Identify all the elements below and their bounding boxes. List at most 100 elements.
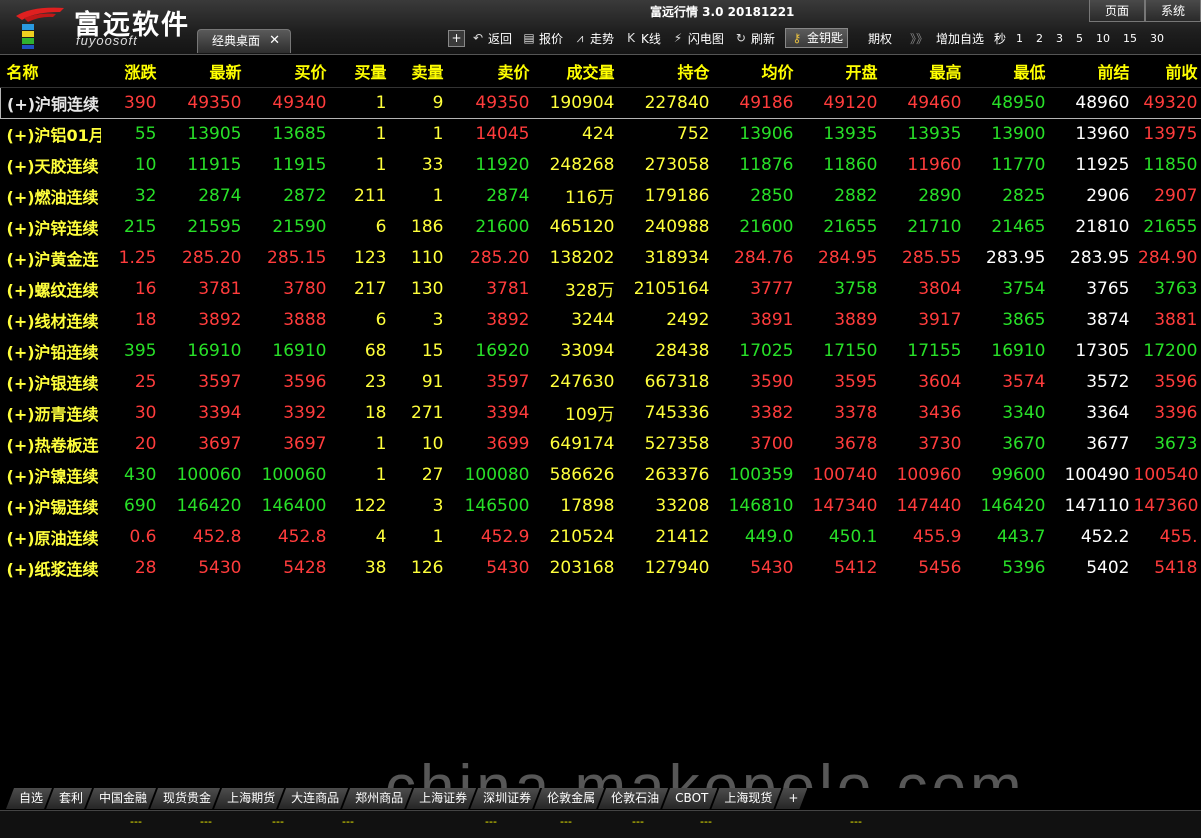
column-header[interactable]: 持仓 — [618, 56, 714, 88]
column-header[interactable]: 名称 — [0, 56, 101, 88]
column-header[interactable]: 涨跌 — [100, 56, 161, 88]
kline-button[interactable]: K K线 — [624, 30, 661, 47]
table-row[interactable]: (+)沪锡连续 690 146420 146400 122 3 146500 17898 332… — [1, 490, 1201, 521]
add-watchlist-button[interactable]: 增加自选 — [936, 30, 984, 47]
market-tab[interactable]: 现货贵金 — [150, 788, 220, 809]
table-row[interactable]: (+)纸浆连续 28 5430 5428 38 126 5430 203168 127940 54… — [1, 552, 1201, 583]
column-header[interactable]: 买价 — [245, 56, 331, 88]
bottom-bar: 自选 套利 中国金融 现货贵金 上海期货 大连商品 郑州商品 上海证券 深圳证券 伦敦金属 伦敦石油… — [0, 788, 1201, 838]
market-tab[interactable]: 深圳证券 — [470, 788, 540, 809]
market-tab[interactable]: + — [775, 788, 807, 809]
status-dash: --- — [200, 815, 212, 828]
table-row[interactable]: (+)原油连续 0.6 452.8 452.8 4 1 452.9 210524 21412 44… — [1, 521, 1201, 552]
cell-oi: 21412 — [655, 526, 710, 547]
status-dash: --- — [700, 815, 712, 828]
column-header[interactable]: 卖价 — [447, 56, 534, 88]
cell-chg: 25 — [134, 371, 157, 392]
cell-preclose: 11850 — [1143, 154, 1198, 175]
interval-10[interactable]: 10 — [1096, 32, 1110, 45]
cell-high: 21710 — [907, 216, 962, 237]
trend-button[interactable]: ⩘ 走势 — [573, 30, 614, 47]
cell-askv: 110 — [411, 247, 444, 268]
column-header[interactable]: 前结 — [1049, 56, 1134, 88]
cell-ask: 5430 — [486, 557, 530, 578]
column-header[interactable]: 均价 — [713, 56, 798, 88]
menu-system[interactable]: 系统 — [1145, 0, 1201, 22]
market-tab[interactable]: CBOT — [662, 788, 717, 809]
column-header[interactable]: 卖量 — [390, 56, 448, 88]
cell-preclose: 3396 — [1154, 402, 1198, 423]
cell-preclose: 21655 — [1143, 216, 1198, 237]
cell-vol: 33094 — [560, 340, 615, 361]
table-row[interactable]: (+)线材连续 18 3892 3888 6 3 3892 3244 2492 3891 3889 3… — [1, 304, 1201, 335]
cell-bid: 3697 — [283, 433, 327, 454]
interval-3[interactable]: 3 — [1056, 32, 1063, 45]
column-header[interactable]: 前收 — [1133, 56, 1201, 88]
column-header[interactable]: 最高 — [881, 56, 966, 88]
table-row[interactable]: (+)沪镍连续 430 100060 100060 1 27 100080 586626 263… — [1, 459, 1201, 490]
top-menu: 页面 系统 — [1089, 0, 1201, 22]
cell-ask: 285.20 — [470, 247, 530, 268]
table-row[interactable]: (+)沪铅连续 395 16910 16910 68 15 16920 33094 28438 1… — [1, 335, 1201, 366]
table-row[interactable]: (+)沪锌连续 215 21595 21590 6 186 21600 465120 24098… — [1, 211, 1201, 242]
interval-2[interactable]: 2 — [1036, 32, 1043, 45]
cell-bidv: 23 — [364, 371, 387, 392]
table-row[interactable]: (+)热卷板连 20 3697 3697 1 10 3699 649174 527358 3700… — [1, 428, 1201, 459]
market-tab[interactable]: 伦敦石油 — [598, 788, 668, 809]
close-icon[interactable]: ✕ — [269, 30, 280, 52]
options-button[interactable]: 期权 — [868, 30, 892, 47]
cell-bidv: 38 — [364, 557, 387, 578]
cell-oi: 227840 — [618, 86, 714, 119]
table-row[interactable]: (+)沪银连续 25 3597 3596 23 91 3597 247630 667318 359… — [1, 366, 1201, 397]
column-header[interactable]: 成交量 — [533, 56, 619, 88]
table-row[interactable]: (+)螺纹连续 16 3781 3780 217 130 3781 328万 2105164 37… — [1, 273, 1201, 304]
cell-last: 2874 — [198, 185, 242, 206]
table-row[interactable]: (+)沪铝01月 55 13905 13685 1 1 14045 424 752 13906 13… — [1, 118, 1201, 149]
cell-low: 99600 — [991, 464, 1046, 485]
back-button[interactable]: ↶ 返回 — [471, 30, 512, 47]
cell-preclose: 49320 — [1133, 86, 1201, 119]
cell-name: (+)天胶连续 — [6, 156, 99, 176]
cell-oi: 2105164 — [633, 278, 710, 299]
interval-30[interactable]: 30 — [1150, 32, 1164, 45]
cell-last: 3597 — [198, 371, 242, 392]
cell-low: 48950 — [965, 86, 1050, 119]
quote-button[interactable]: ▤ 报价 — [522, 30, 563, 47]
column-header[interactable]: 买量 — [330, 56, 391, 88]
market-tab[interactable]: 中国金融 — [86, 788, 156, 809]
market-tab[interactable]: 大连商品 — [278, 788, 348, 809]
market-tab[interactable]: 上海期货 — [214, 788, 284, 809]
cell-ask: 11920 — [475, 154, 530, 175]
menu-page[interactable]: 页面 — [1089, 0, 1145, 22]
market-tab[interactable]: 伦敦金属 — [534, 788, 604, 809]
tab-classic-desktop[interactable]: 经典桌面 ✕ — [197, 29, 291, 53]
table-row[interactable]: (+)燃油连续 32 2874 2872 211 1 2874 116万 179186 2850 2… — [1, 180, 1201, 211]
lightning-chart-button[interactable]: ⚡ 闪电图 — [671, 30, 724, 47]
market-tab[interactable]: 郑州商品 — [342, 788, 412, 809]
cell-last: 11915 — [187, 154, 242, 175]
cell-bid: 285.15 — [267, 247, 327, 268]
add-button[interactable]: + — [448, 29, 465, 47]
cell-low: 3340 — [1002, 402, 1046, 423]
market-tab[interactable]: 上海证券 — [406, 788, 476, 809]
cell-presettle: 5402 — [1086, 557, 1130, 578]
golden-key-button[interactable]: ⚷ 金钥匙 — [784, 28, 848, 48]
cell-last: 49350 — [160, 86, 246, 119]
market-tab[interactable]: 套利 — [46, 788, 92, 809]
table-row[interactable]: (+)沥青连续 30 3394 3392 18 271 3394 109万 745336 3382… — [1, 397, 1201, 428]
table-row[interactable]: (+)沪黄金连 1.25 285.20 285.15 123 110 285.20 13820… — [1, 242, 1201, 273]
market-tab[interactable]: 上海现货 — [711, 788, 781, 809]
table-row[interactable]: (+)沪铜连续 390 49350 49340 1 9 49350 190904 227840 4… — [0, 86, 1201, 119]
refresh-button[interactable]: ↻ 刷新 — [734, 30, 775, 47]
cell-high: 455.9 — [912, 526, 962, 547]
column-header[interactable]: 最低 — [965, 56, 1050, 88]
column-header[interactable]: 开盘 — [797, 56, 882, 88]
column-header[interactable]: 最新 — [160, 56, 246, 88]
more-icon[interactable]: 》》 — [910, 30, 928, 47]
interval-1[interactable]: 1 — [1016, 32, 1023, 45]
cell-high: 100960 — [896, 464, 962, 485]
table-row[interactable]: (+)天胶连续 10 11915 11915 1 33 11920 248268 273058 1… — [1, 149, 1201, 180]
interval-5[interactable]: 5 — [1076, 32, 1083, 45]
interval-15[interactable]: 15 — [1123, 32, 1137, 45]
market-tab[interactable]: 自选 — [6, 788, 52, 809]
